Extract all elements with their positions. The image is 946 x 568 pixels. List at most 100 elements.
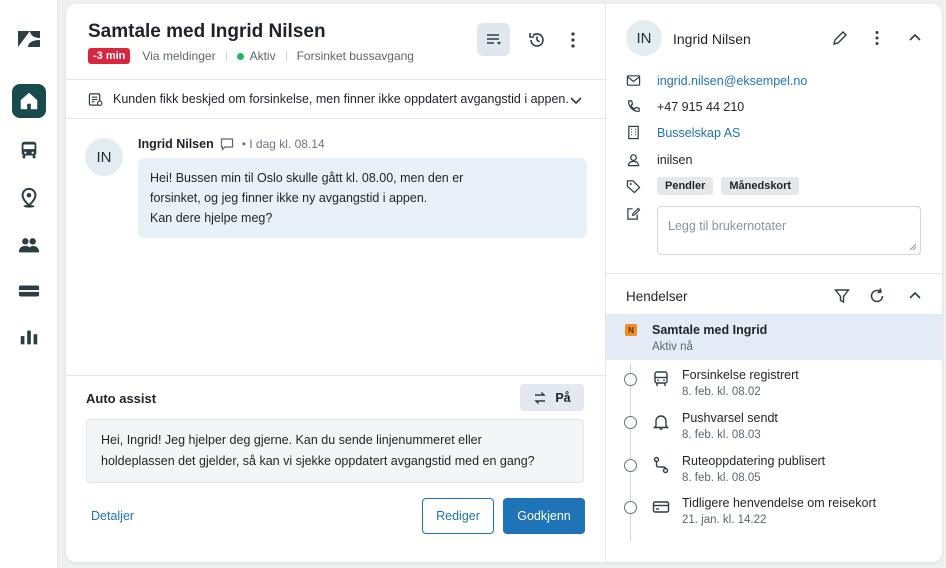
history-icon [528, 32, 544, 47]
events-title: Hendelser [626, 289, 688, 304]
channel-label: Via meldinger [142, 49, 216, 63]
chevron-up-icon[interactable] [906, 29, 924, 47]
suggestion-line: holdeplassen det gjelder, så kan vi sjek… [101, 454, 535, 468]
event-title: Pushvarsel sendt [682, 411, 778, 425]
event-item[interactable]: Ruteoppdatering publisert 8. feb. kl. 08… [606, 454, 942, 496]
customer-tag[interactable]: Pendler [657, 177, 714, 195]
refresh-icon[interactable] [868, 287, 886, 305]
nav-users[interactable] [12, 228, 46, 262]
auto-assist-toggle[interactable]: På [520, 384, 584, 411]
divider [285, 50, 287, 62]
resize-grip-icon[interactable] [909, 243, 917, 251]
workspace-card: Samtale med Ingrid Nilsen -3 min Via mel… [66, 4, 942, 562]
customer-email[interactable]: ingrid.nilsen@eksempel.no [657, 74, 807, 88]
avatar: IN [85, 138, 123, 176]
customer-name: Ingrid Nilsen [673, 31, 751, 47]
bus-icon [21, 141, 37, 159]
more-vertical-icon [570, 31, 575, 48]
swap-icon [534, 391, 547, 404]
summary-icon [88, 92, 103, 106]
customer-tag[interactable]: Månedskort [721, 177, 800, 195]
event-active-conversation[interactable]: N Samtale med Ingrid Aktiv nå [606, 314, 942, 360]
customer-username-row: inilsen [626, 152, 692, 167]
bell-icon [652, 415, 670, 430]
customer-phone: +47 915 44 210 [657, 99, 745, 114]
user-notes-input[interactable]: Legg til brukernotater [657, 206, 921, 255]
nav-reports[interactable] [12, 320, 46, 354]
summary-toggle-button[interactable] [477, 23, 510, 56]
pencil-icon[interactable] [831, 29, 849, 47]
customer-panel: IN Ingrid Nilsen ingrid.nilsen@eksempel.… [605, 4, 942, 562]
suggestion-line: Hei, Ingrid! Jeg hjelper deg gjerne. Kan… [101, 433, 482, 447]
summary-text: Kunden fikk beskjed om forsinkelse, men … [113, 92, 569, 106]
timeline-node [624, 373, 637, 386]
list-summary-icon [486, 33, 501, 45]
edit-button[interactable]: Rediger [422, 498, 494, 534]
auto-assist-title: Auto assist [86, 391, 157, 406]
card-icon [652, 501, 670, 513]
message-line: forsinket, og jeg finner ikke ny avgangs… [150, 191, 428, 205]
user-circle-icon [627, 154, 640, 167]
ticket-icon [18, 285, 40, 297]
customer-organization[interactable]: Busselskap AS [657, 126, 740, 140]
more-options-button[interactable] [556, 23, 589, 56]
filter-icon[interactable] [833, 287, 851, 305]
tag-icon [626, 179, 641, 193]
bar-chart-icon [20, 330, 38, 345]
customer-username: inilsen [657, 152, 693, 167]
nav-rail [0, 0, 58, 568]
home-icon [20, 92, 38, 110]
event-date: 8. feb. kl. 08.02 [682, 386, 761, 398]
event-title: Tidligere henvendelse om reisekort [682, 496, 877, 510]
phone-icon [628, 100, 640, 112]
history-button[interactable] [520, 23, 553, 56]
approve-button[interactable]: Godkjenn [503, 498, 585, 534]
building-icon [628, 125, 639, 140]
chevron-up-icon[interactable] [906, 287, 924, 305]
event-item[interactable]: Forsinkelse registrert 8. feb. kl. 08.02 [606, 368, 942, 410]
bus-icon [654, 371, 668, 386]
divider [66, 375, 605, 376]
event-item[interactable]: Tidligere henvendelse om reisekort 21. j… [606, 496, 942, 538]
topic-label: Forsinket bussavgang [296, 49, 414, 63]
conversation-panel: Samtale med Ingrid Nilsen -3 min Via mel… [66, 4, 605, 562]
auto-assist-toggle-label: På [555, 390, 571, 405]
chevron-down-icon[interactable] [569, 93, 583, 107]
message-bubble: Hei! Bussen min til Oslo skulle gått kl.… [138, 158, 587, 238]
auto-assist-suggestion[interactable]: Hei, Ingrid! Jeg hjelper deg gjerne. Kan… [86, 419, 584, 483]
message-header: Ingrid Nilsen • I dag kl. 08.14 [138, 137, 325, 151]
timeline-node [624, 501, 637, 514]
event-date: 8. feb. kl. 08.03 [682, 429, 761, 441]
message-author: Ingrid Nilsen [138, 137, 214, 151]
customer-email-row: ingrid.nilsen@eksempel.no [626, 73, 807, 88]
divider [606, 273, 942, 274]
users-icon [18, 238, 40, 253]
event-date: 8. feb. kl. 08.05 [682, 472, 761, 484]
nav-home[interactable] [12, 84, 46, 118]
mail-icon [626, 75, 641, 86]
event-title: Forsinkelse registrert [682, 368, 799, 382]
page-title: Samtale med Ingrid Nilsen [88, 21, 326, 42]
event-badge: N [625, 324, 637, 336]
customer-org-row: Busselskap AS [626, 125, 740, 140]
event-title: Samtale med Ingrid [652, 323, 768, 337]
more-vertical-icon[interactable] [868, 29, 886, 47]
conversation-summary[interactable]: Kunden fikk beskjed om forsinkelse, men … [66, 79, 605, 119]
details-link[interactable]: Detaljer [91, 509, 134, 523]
zendesk-logo-icon[interactable] [14, 24, 44, 54]
event-item[interactable]: Pushvarsel sendt 8. feb. kl. 08.03 [606, 411, 942, 453]
nav-tickets[interactable] [12, 274, 46, 308]
chat-bubble-icon [220, 138, 233, 151]
customer-phone-row: +47 915 44 210 [626, 99, 744, 114]
nav-map[interactable] [12, 181, 46, 215]
status-dot-icon [236, 52, 244, 60]
event-title: Ruteoppdatering publisert [682, 454, 826, 468]
map-pin-icon [21, 187, 37, 208]
conversation-meta: -3 min Via meldinger Aktiv Forsinket bus… [88, 48, 414, 64]
note-edit-icon [627, 207, 641, 220]
status-label: Aktiv [249, 49, 276, 63]
sla-badge: -3 min [88, 48, 131, 64]
nav-bus[interactable] [12, 133, 46, 167]
customer-tags-row: Pendler Månedskort [626, 177, 807, 195]
message-line: Hei! Bussen min til Oslo skulle gått kl.… [150, 171, 464, 185]
